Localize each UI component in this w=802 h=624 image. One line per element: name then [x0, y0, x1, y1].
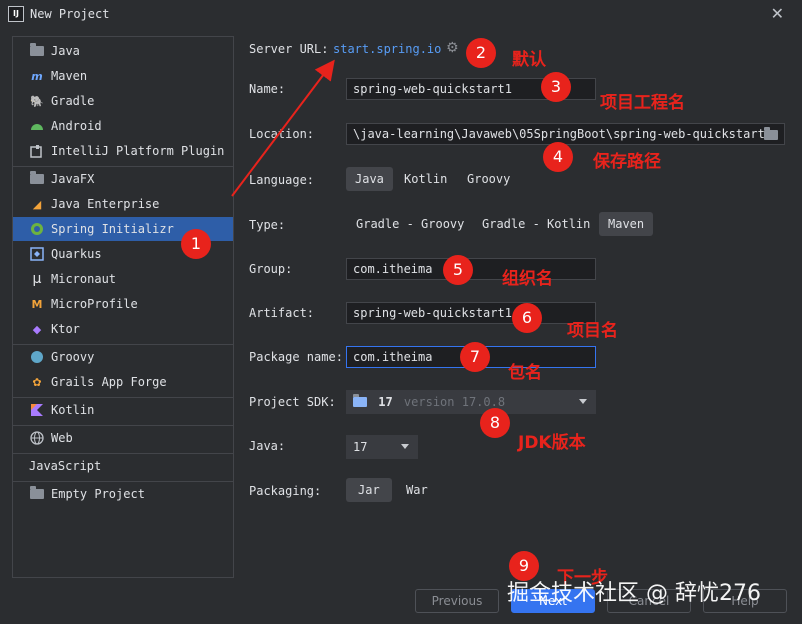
annotation-note-6: 项目名 — [567, 321, 618, 341]
annotation-badge-6: 6 — [512, 303, 542, 333]
annotation-badge-8: 8 — [480, 408, 510, 438]
annotation-badge-7: 7 — [460, 342, 490, 372]
annotation-note-7: 包名 — [508, 363, 542, 383]
annotation-badge-3: 3 — [541, 72, 571, 102]
annotation-note-4: 保存路径 — [593, 152, 661, 172]
annotation-badge-1: 1 — [181, 229, 211, 259]
annotation-note-2: 默认 — [512, 50, 546, 70]
annotation-badge-2: 2 — [466, 38, 496, 68]
annotation-note-5: 组织名 — [502, 269, 553, 289]
annotation-note-3: 项目工程名 — [600, 93, 685, 113]
annotation-badge-5: 5 — [443, 255, 473, 285]
watermark: 掘金技术社区 @ 辞忧276 — [507, 581, 761, 606]
annotation-note-8: JDK版本 — [518, 433, 586, 453]
annotation-badge-4: 4 — [543, 142, 573, 172]
